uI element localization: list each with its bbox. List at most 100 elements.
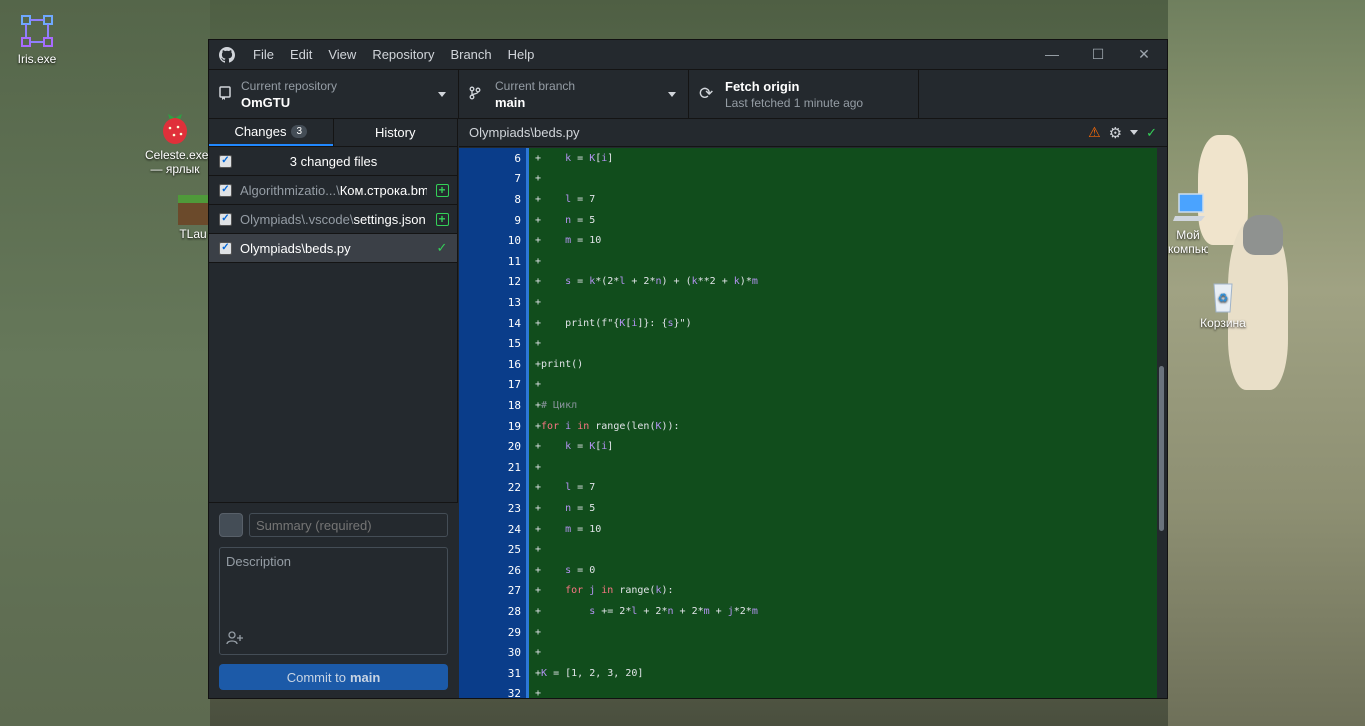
diff-line[interactable]: 20 + k = K[i] [459, 436, 1157, 457]
diff-line-number: 6 [514, 151, 521, 165]
summary-input[interactable] [249, 513, 448, 537]
toolbar: Current repository OmGTU Current branch … [209, 69, 1167, 119]
sidebar-tabs: Changes 3 History [209, 119, 457, 147]
commit-button[interactable]: Commit to main [219, 664, 448, 690]
diff-line[interactable]: 30 + [459, 642, 1157, 663]
diff-line-number: 29 [507, 625, 521, 639]
diff-line-text: + k = K[i] [535, 152, 614, 164]
tab-changes[interactable]: Changes 3 [209, 119, 333, 146]
file-checkbox[interactable]: ✓ [219, 183, 232, 197]
desktop-icon-celeste[interactable]: Celeste.exe — ярлык [145, 108, 209, 176]
diff-line-text: +# Цикл [535, 399, 578, 411]
diff-line[interactable]: 16 +print() [459, 354, 1157, 375]
diff-header: Olympiads\beds.py ⚠ ⚙ ✓ [459, 119, 1167, 147]
diff-line-number: 10 [507, 234, 521, 248]
current-repository-button[interactable]: Current repository OmGTU [209, 70, 459, 118]
tab-changes-label: Changes [234, 124, 287, 139]
tab-history[interactable]: History [332, 119, 458, 146]
diff-line-number: 24 [507, 522, 521, 536]
chevron-down-icon [668, 92, 676, 97]
commit-panel: Description Commit to main [209, 502, 458, 698]
file-list-item[interactable]: ✓ Olympiads\.vscode\settings.json + [209, 205, 457, 234]
file-name: settings.json [353, 211, 426, 227]
diff-line-text: + k = K[i] [535, 441, 614, 453]
select-all-checkbox[interactable]: ✓ [219, 154, 232, 168]
file-checkbox[interactable]: ✓ [219, 212, 232, 226]
diff-line[interactable]: 31 +K = [1, 2, 3, 20] [459, 663, 1157, 684]
diff-line[interactable]: 24 + m = 10 [459, 519, 1157, 540]
file-list-item[interactable]: ✓ Algorithmizatio...\Ком.строка.bmp + [209, 176, 457, 205]
diff-line[interactable]: 12 + s = k*(2*l + 2*n) + (k**2 + k)*m [459, 272, 1157, 293]
current-repository-label: Current repository [241, 78, 338, 93]
diff-line[interactable]: 7 + [459, 169, 1157, 190]
minimize-icon[interactable]: — [1029, 46, 1075, 63]
desktop-icon-my-computer[interactable]: Мой компьютер [1168, 188, 1208, 256]
diff-line[interactable]: 27 + for j in range(k): [459, 581, 1157, 602]
diff-line[interactable]: 17 + [459, 375, 1157, 396]
desktop-icon-label: Celeste.exe — ярлык [145, 148, 209, 176]
menu-branch[interactable]: Branch [442, 47, 499, 62]
github-logo-icon [209, 46, 245, 63]
diff-line[interactable]: 29 + [459, 622, 1157, 643]
file-added-icon: + [435, 183, 449, 197]
diff-code-view: 6 + k = K[i] 7 +8 + l = 7 9 + n = 5 10 + m = 10 1… [459, 148, 1157, 698]
diff-line[interactable]: 26 + s = 0 [459, 560, 1157, 581]
chevron-down-icon[interactable] [1130, 130, 1139, 135]
description-placeholder: Description [226, 554, 292, 569]
diff-line[interactable]: 32 + [459, 684, 1157, 698]
desktop-icon-recycle-bin[interactable]: ♻ Корзина [1193, 276, 1253, 330]
menu-edit[interactable]: Edit [282, 47, 320, 62]
warning-icon[interactable]: ⚠ [1088, 124, 1101, 141]
desktop-icon-label: Iris.exe [17, 52, 57, 66]
diff-line[interactable]: 10 + m = 10 [459, 230, 1157, 251]
maximize-icon[interactable]: ☐ [1075, 46, 1121, 63]
file-list-item[interactable]: ✓ Olympiads\beds.py ✓ [209, 234, 457, 263]
diff-line-text: + [535, 296, 542, 308]
add-coauthor-icon[interactable] [226, 631, 244, 648]
diff-line-text: + l = 7 [535, 193, 596, 205]
menu-view[interactable]: View [320, 47, 364, 62]
current-branch-value: main [495, 94, 526, 110]
current-branch-button[interactable]: Current branch main [459, 70, 689, 118]
diff-line[interactable]: 22 + l = 7 [459, 478, 1157, 499]
gear-icon[interactable]: ⚙ [1109, 124, 1122, 142]
commit-button-prefix: Commit to [286, 669, 346, 685]
diff-line-text: + [535, 461, 542, 473]
diff-line-number: 13 [507, 295, 521, 309]
diff-line-text: + [535, 544, 542, 556]
desktop-icon-tlauncher[interactable]: TLau [178, 195, 208, 241]
desktop-icon-label: TLau [179, 227, 207, 241]
diff-line-text: +print() [535, 358, 584, 370]
diff-line[interactable]: 13 + [459, 292, 1157, 313]
diff-line-text: + m = 10 [535, 523, 602, 535]
description-field[interactable]: Description [219, 547, 448, 655]
diff-line[interactable]: 6 + k = K[i] [459, 148, 1157, 169]
diff-line[interactable]: 14 + print(f"{K[i]}: {s}") [459, 313, 1157, 334]
diff-line-number: 8 [514, 192, 521, 206]
diff-line[interactable]: 8 + l = 7 [459, 189, 1157, 210]
diff-line[interactable]: 19 +for i in range(len(K)): [459, 416, 1157, 437]
fetch-origin-button[interactable]: ⟳ Fetch origin Last fetched 1 minute ago [689, 70, 919, 118]
commit-button-branch: main [349, 669, 381, 685]
diff-line[interactable]: 15 + [459, 333, 1157, 354]
diff-line[interactable]: 25 + [459, 539, 1157, 560]
diff-line[interactable]: 28 + s += 2*l + 2*n + 2*m + j*2*m [459, 601, 1157, 622]
diff-line[interactable]: 21 + [459, 457, 1157, 478]
diff-line[interactable]: 9 + n = 5 [459, 210, 1157, 231]
diff-line[interactable]: 18 +# Цикл [459, 395, 1157, 416]
diff-pane: Olympiads\beds.py ⚠ ⚙ ✓ 6 + k = K[i] 7 + 8 + … [459, 119, 1167, 698]
diff-line-text: + s = k*(2*l + 2*n) + (k**2 + k)*m [535, 276, 758, 288]
menu-file[interactable]: File [245, 47, 282, 62]
desktop-icon-iris[interactable]: Iris.exe [7, 12, 67, 66]
vertical-scrollbar[interactable] [1157, 148, 1167, 698]
scrollbar-thumb[interactable] [1159, 366, 1164, 531]
diff-line[interactable]: 23 + n = 5 [459, 498, 1157, 519]
diff-line[interactable]: 11 + [459, 251, 1157, 272]
current-branch-label: Current branch [495, 78, 576, 93]
menu-help[interactable]: Help [500, 47, 543, 62]
diff-line-text: +for i in range(len(K)): [535, 420, 680, 432]
close-icon[interactable]: ✕ [1121, 46, 1167, 63]
diff-line-number: 14 [507, 316, 521, 330]
menu-repository[interactable]: Repository [364, 47, 442, 62]
file-checkbox[interactable]: ✓ [219, 241, 232, 255]
